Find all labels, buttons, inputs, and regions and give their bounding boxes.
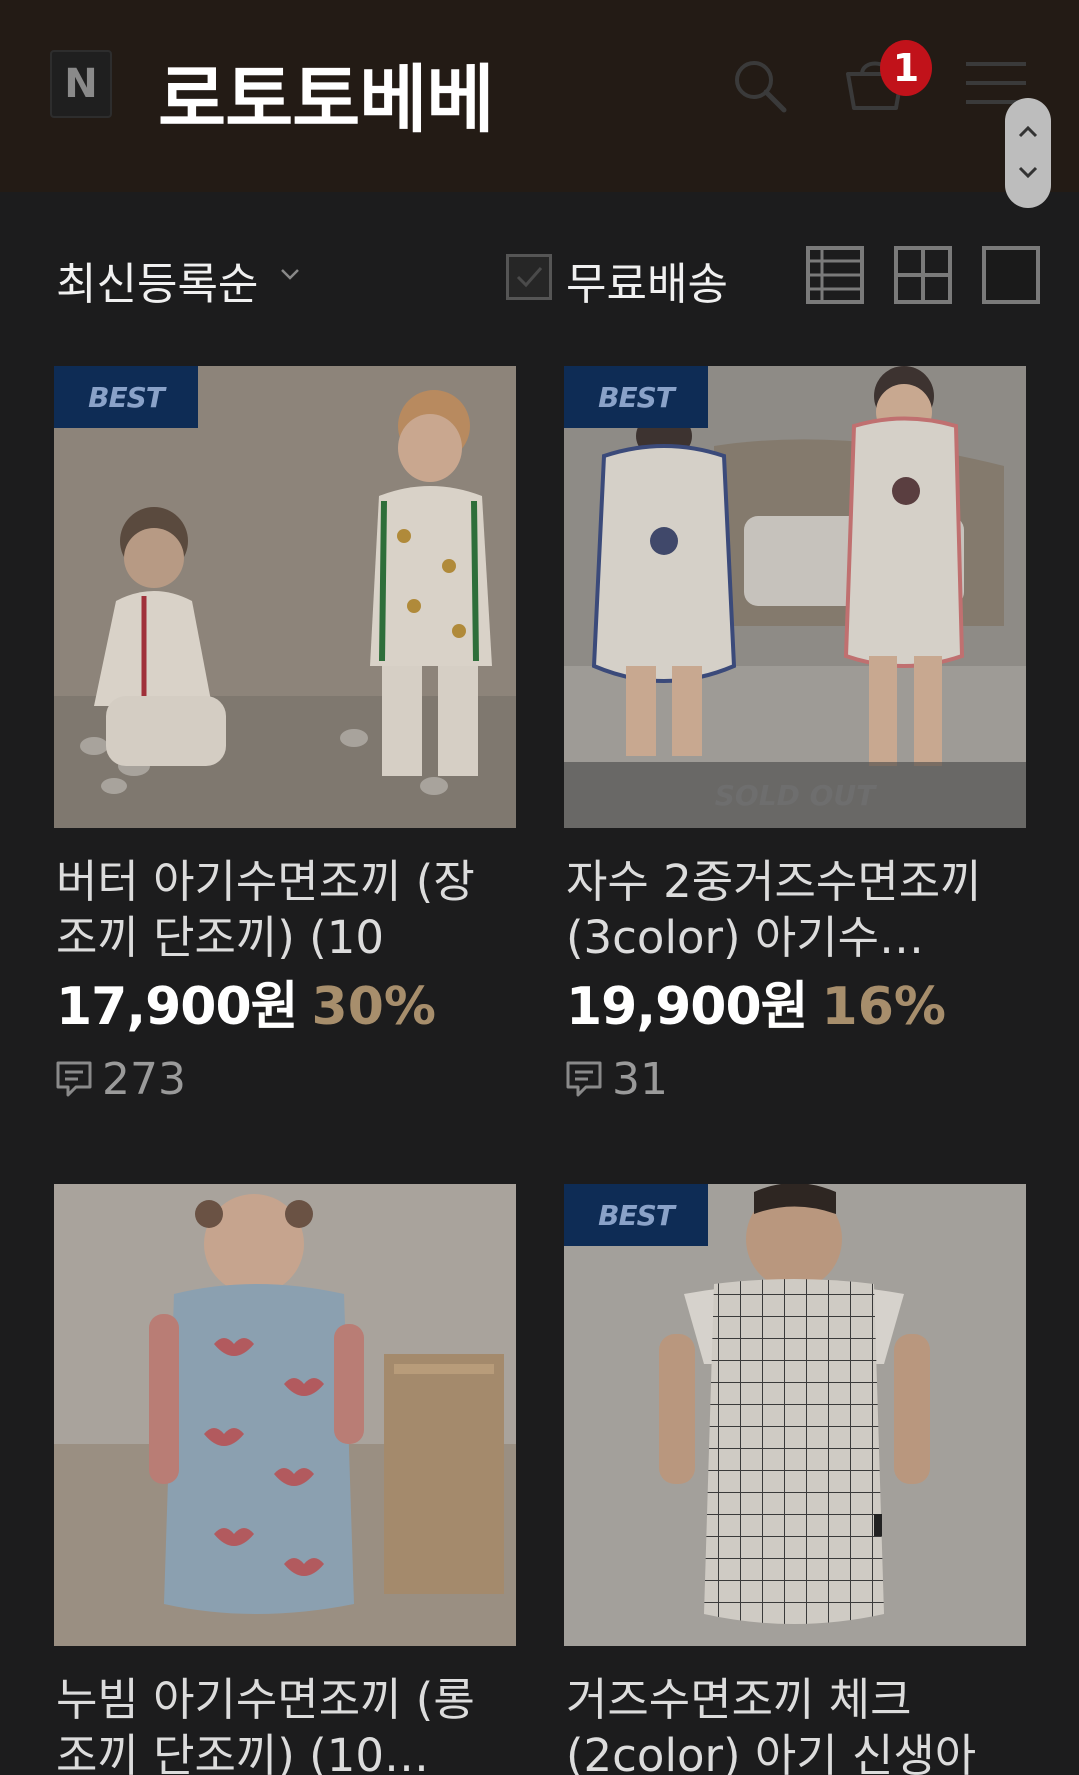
store-title[interactable]: 로토토베베 [158, 40, 494, 147]
cart-count-badge: 1 [880, 40, 932, 96]
product-name[interactable]: 버터 아기수면조끼 (장조끼 단조끼) (10 [56, 854, 496, 964]
product-image[interactable] [54, 1184, 516, 1646]
product-name[interactable]: 거즈수면조끼 체크 (2color) 아기 신생아 … [566, 1672, 1006, 1775]
list-view-icon[interactable] [806, 246, 864, 304]
single-view-icon[interactable] [982, 246, 1040, 304]
best-badge: BEST [54, 366, 198, 428]
discount-rate: 30% [311, 977, 436, 1037]
product-price: 17,900원 [56, 977, 299, 1037]
review-count: 273 [102, 1053, 186, 1105]
search-icon[interactable] [728, 54, 790, 116]
product-image[interactable]: BEST SOLD OUT [564, 366, 1026, 828]
best-badge: BEST [564, 366, 708, 428]
product-card[interactable]: BEST 버터 아기수면조끼 (장조끼 단조끼) (10 17,900원 30% … [54, 366, 516, 1126]
product-image[interactable]: BEST [564, 1184, 1026, 1646]
grid-view-icon[interactable] [894, 246, 952, 304]
review-count: 31 [612, 1053, 668, 1105]
best-badge: BEST [564, 1184, 708, 1246]
product-photo [564, 1184, 1026, 1646]
product-card[interactable]: BEST 거즈수면조끼 체크 (2color) 아기 신생아 … [564, 1184, 1026, 1775]
product-image[interactable]: BEST [54, 366, 516, 828]
review-icon [566, 1061, 602, 1097]
product-photo [54, 366, 516, 828]
chevron-down-icon[interactable] [280, 264, 300, 284]
review-row: 31 [564, 1052, 668, 1106]
review-row: 273 [54, 1052, 186, 1106]
top-header: N 로토토베베 1 [0, 0, 1079, 208]
sort-dropdown[interactable]: 최신등록순 [56, 248, 258, 312]
free-shipping-checkbox[interactable] [506, 254, 552, 300]
price-row: 19,900원 16% [566, 964, 946, 1037]
product-photo [54, 1184, 516, 1646]
discount-rate: 16% [821, 977, 946, 1037]
naver-n-logo[interactable]: N [50, 50, 112, 118]
product-card[interactable]: BEST SOLD OUT 자수 2중거즈수면조끼 (3color) 아기수… … [564, 366, 1026, 1126]
review-icon [56, 1061, 92, 1097]
product-photo [564, 366, 1026, 828]
product-card[interactable]: 누빔 아기수면조끼 (롱조끼 단조끼) (10… [54, 1184, 516, 1775]
sort-filter-bar: 최신등록순 무료배송 [0, 192, 1079, 352]
product-name[interactable]: 누빔 아기수면조끼 (롱조끼 단조끼) (10… [56, 1672, 496, 1775]
price-row: 17,900원 30% [56, 964, 436, 1037]
product-name[interactable]: 자수 2중거즈수면조끼 (3color) 아기수… [566, 854, 1006, 964]
check-icon [516, 267, 543, 288]
product-price: 19,900원 [566, 977, 809, 1037]
free-shipping-label[interactable]: 무료배송 [566, 248, 728, 312]
sold-out-overlay: SOLD OUT [564, 762, 1026, 828]
